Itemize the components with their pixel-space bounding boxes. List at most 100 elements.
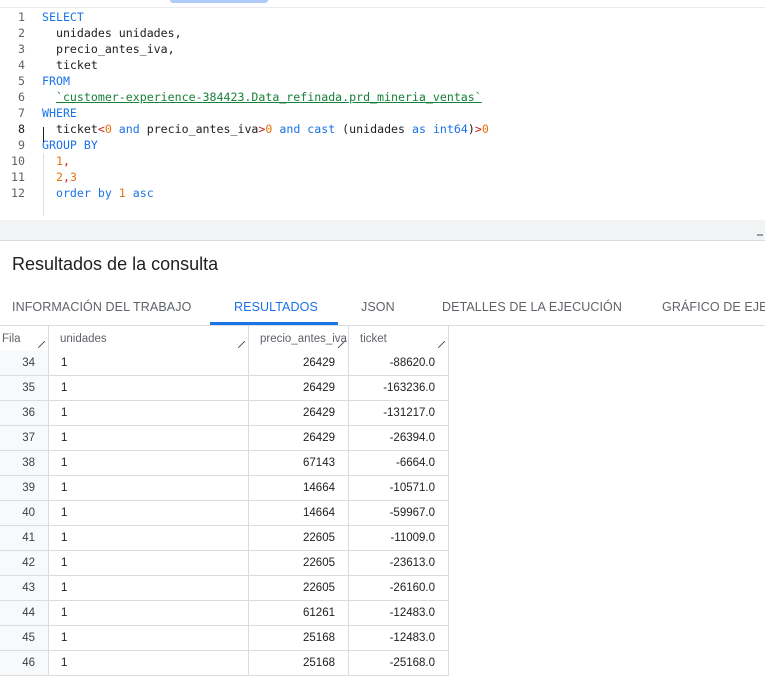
code-line[interactable]: 2 unidades unidades, [0, 25, 765, 41]
cell-precio: 67143 [249, 451, 349, 475]
code-token: < [97, 122, 105, 136]
code-token: FROM [42, 74, 70, 88]
cell-unidades: 1 [49, 426, 249, 450]
cell-ticket: -25168.0 [349, 651, 449, 675]
tab-job-info[interactable]: INFORMACIÓN DEL TRABAJO [12, 289, 191, 325]
column-header-label: unidades [60, 333, 107, 345]
table-row[interactable]: 45 1 25168 -12483.0 [0, 626, 449, 651]
code-token: precio_antes_iva, [42, 42, 175, 56]
code-token: , [62, 170, 70, 184]
row-number: 39 [0, 476, 49, 500]
column-header-precio[interactable]: precio_antes_iva [249, 326, 349, 351]
table-row[interactable]: 37 1 26429 -26394.0 [0, 426, 449, 451]
table-row[interactable]: 34 1 26429 -88620.0 [0, 351, 449, 376]
code-text: WHERE [42, 105, 77, 121]
sql-editor[interactable]: 1 SELECT 2 unidades unidades, 3 precio_ante… [0, 7, 765, 221]
code-text: precio_antes_iva, [42, 41, 175, 57]
code-token: SELECT [42, 10, 84, 24]
cell-unidades: 1 [49, 526, 249, 550]
editor-resize-handle[interactable] [757, 234, 763, 236]
code-token: and [272, 122, 308, 136]
column-header-label: ticket [360, 333, 387, 345]
code-token: `customer-experience-384423.Data_refinad… [55, 90, 482, 104]
row-number: 46 [0, 651, 49, 675]
code-line[interactable]: 10 1, [0, 153, 765, 169]
code-text: ticket [42, 57, 98, 73]
code-token: as [411, 122, 426, 136]
code-line[interactable]: 11 2,3 [0, 169, 765, 185]
table-row[interactable]: 40 1 14664 -59967.0 [0, 501, 449, 526]
code-line[interactable]: 4 ticket [0, 57, 765, 73]
code-token: unidades unidades, [42, 26, 182, 40]
cell-ticket: -88620.0 [349, 351, 449, 375]
table-row[interactable]: 38 1 67143 -6664.0 [0, 451, 449, 476]
code-line[interactable]: 9 GROUP BY [0, 137, 765, 153]
row-number: 42 [0, 551, 49, 575]
code-token: 0 [481, 122, 489, 136]
cell-precio: 25168 [249, 651, 349, 675]
row-number: 38 [0, 451, 49, 475]
cell-ticket: -131217.0 [349, 401, 449, 425]
code-text: unidades unidades, [42, 25, 182, 41]
row-number: 37 [0, 426, 49, 450]
code-text: SELECT [42, 9, 84, 25]
results-tabs: INFORMACIÓN DEL TRABAJO RESULTADOS JSON … [0, 289, 765, 325]
code-text: FROM [42, 73, 70, 89]
line-number: 11 [11, 170, 25, 184]
table-row[interactable]: 46 1 25168 -25168.0 [0, 651, 449, 676]
table-row[interactable]: 41 1 22605 -11009.0 [0, 526, 449, 551]
code-token: 0 [104, 122, 112, 136]
tab-execution-details[interactable]: DETALLES DE LA EJECUCIÓN [442, 289, 622, 325]
code-token: 1 [118, 186, 126, 200]
table-header: Fila unidades precio_antes_iva ticket [0, 326, 449, 351]
cell-precio: 22605 [249, 551, 349, 575]
table-row[interactable]: 44 1 61261 -12483.0 [0, 601, 449, 626]
tab-json[interactable]: JSON [361, 289, 395, 325]
code-line[interactable]: 7 WHERE [0, 105, 765, 121]
tab-results[interactable]: RESULTADOS [234, 289, 318, 325]
code-token: ) [467, 122, 475, 136]
code-line[interactable]: 3 precio_antes_iva, [0, 41, 765, 57]
table-row[interactable]: 36 1 26429 -131217.0 [0, 401, 449, 426]
code-token: GROUP BY [42, 138, 98, 152]
cell-unidades: 1 [49, 401, 249, 425]
column-resize-icon[interactable] [238, 341, 245, 348]
column-header-unidades[interactable]: unidades [49, 326, 249, 351]
code-token: 1 [55, 154, 63, 168]
column-resize-icon[interactable] [338, 341, 345, 348]
table-row[interactable]: 39 1 14664 -10571.0 [0, 476, 449, 501]
code-text: ticket<0 and precio_antes_iva >0 and cast… [42, 121, 489, 137]
cell-ticket: -10571.0 [349, 476, 449, 500]
code-line[interactable]: 12 order by 1 asc [0, 185, 765, 201]
editor-tab-indicator [170, 0, 268, 3]
table-row[interactable]: 42 1 22605 -23613.0 [0, 551, 449, 576]
cell-precio: 14664 [249, 501, 349, 525]
code-token: precio_antes_iva [146, 122, 259, 136]
cell-unidades: 1 [49, 601, 249, 625]
column-header-label: precio_antes_iva [260, 333, 347, 345]
code-line[interactable]: 1 SELECT [0, 9, 765, 25]
row-number: 36 [0, 401, 49, 425]
code-line[interactable]: 6 `customer-experience-384423.Data_refin… [0, 89, 765, 105]
row-number: 34 [0, 351, 49, 375]
code-line[interactable]: 5 FROM [0, 73, 765, 89]
code-token: int64 [432, 122, 468, 136]
code-token: cast [307, 122, 336, 136]
cell-unidades: 1 [49, 351, 249, 375]
cell-unidades: 1 [49, 476, 249, 500]
column-resize-icon[interactable] [438, 341, 445, 348]
cell-ticket: -23613.0 [349, 551, 449, 575]
editor-footer [0, 220, 765, 240]
column-header-ticket[interactable]: ticket [349, 326, 449, 351]
table-row[interactable]: 43 1 22605 -26160.0 [0, 576, 449, 601]
code-token: 3 [69, 170, 77, 184]
code-line[interactable]: 8 ticket<0 and precio_antes_iva >0 and ca… [0, 121, 765, 137]
tab-execution-graph[interactable]: GRÁFICO DE EJEC [662, 289, 765, 325]
code-token: and [111, 122, 147, 136]
column-header-fila[interactable]: Fila [0, 326, 49, 351]
line-number: 6 [18, 90, 25, 104]
column-resize-icon[interactable] [38, 341, 45, 348]
table-row[interactable]: 35 1 26429 -163236.0 [0, 376, 449, 401]
